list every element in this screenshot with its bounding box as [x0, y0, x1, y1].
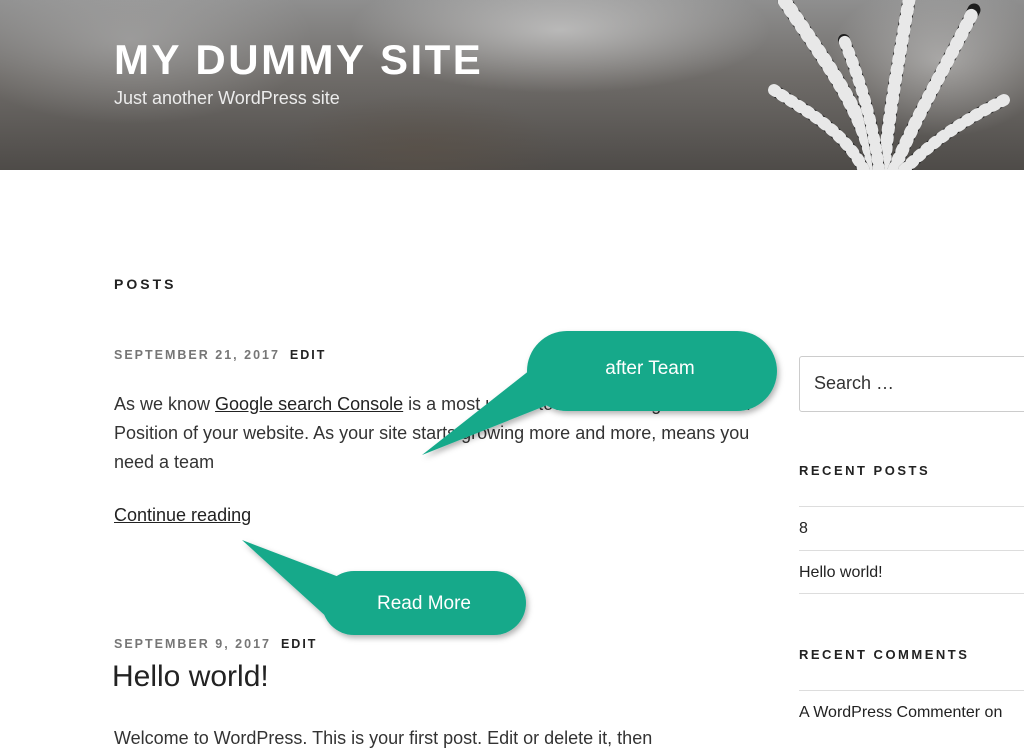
- site-description: Just another WordPress site: [114, 88, 340, 108]
- site-header: MY DUMMY SITE Just another WordPress sit…: [0, 0, 1024, 170]
- after-team-callout-label: after Team: [605, 358, 695, 379]
- recent-comment-item[interactable]: A WordPress Commenter on: [799, 690, 1024, 734]
- post-content: Welcome to WordPress. This is your first…: [114, 728, 653, 748]
- recent-post-item[interactable]: Hello world!: [799, 550, 1024, 594]
- read-more-callout-label: Read More: [377, 593, 471, 614]
- posts-heading: POSTS: [114, 276, 177, 292]
- edit-link[interactable]: EDIT: [281, 637, 317, 651]
- post-date[interactable]: SEPTEMBER 9, 2017: [114, 637, 271, 651]
- continue-reading-link[interactable]: Continue reading: [114, 505, 251, 526]
- recent-comments-list: A WordPress Commenter on: [799, 690, 1024, 734]
- recent-post-item[interactable]: 8: [799, 506, 1024, 550]
- google-search-console-link[interactable]: Google search Console: [215, 394, 403, 414]
- post-excerpt: As we know Google search Console is a mo…: [114, 390, 754, 477]
- search-input[interactable]: Search …: [799, 356, 1024, 412]
- excerpt-text: As we know: [114, 394, 216, 414]
- recent-posts-title: RECENT POSTS: [799, 463, 931, 478]
- recent-posts-list: 8 Hello world!: [799, 506, 1024, 594]
- plant-image: [768, 0, 1010, 170]
- post-meta: SEPTEMBER 9, 2017 EDIT: [114, 637, 317, 651]
- post-meta: SEPTEMBER 21, 2017 EDIT: [114, 348, 326, 362]
- edit-link[interactable]: EDIT: [290, 348, 326, 362]
- post-title[interactable]: Hello world!: [112, 660, 269, 694]
- site-title[interactable]: MY DUMMY SITE: [114, 36, 483, 84]
- post-date[interactable]: SEPTEMBER 21, 2017: [114, 348, 280, 362]
- recent-comments-title: RECENT COMMENTS: [799, 647, 970, 662]
- read-more-callout: [242, 540, 526, 635]
